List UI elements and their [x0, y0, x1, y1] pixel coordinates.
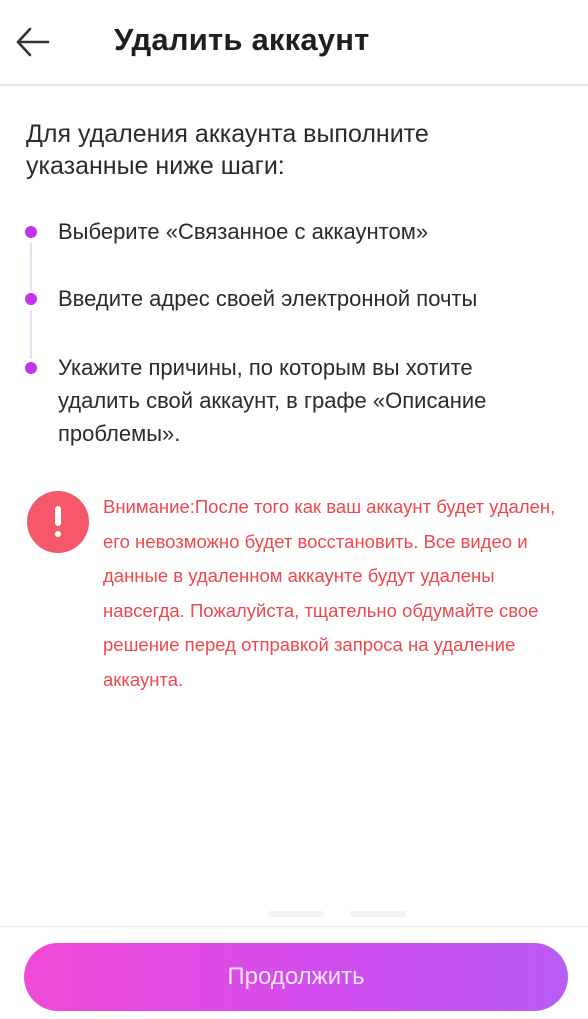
step-item: Введите адрес своей электронной почты — [58, 286, 478, 311]
decorative-divider — [268, 911, 324, 917]
page-title: Удалить аккаунт — [114, 22, 370, 57]
continue-button[interactable]: Продолжить — [24, 943, 568, 1011]
step-bullet — [25, 362, 37, 374]
app-header: Удалить аккаунт — [0, 0, 588, 86]
intro-text: Для удаления аккаунта выполните указанны… — [26, 120, 429, 180]
step-connector — [30, 243, 32, 290]
step-bullet — [25, 293, 37, 305]
decorative-divider — [350, 911, 406, 917]
arrow-left-icon — [8, 18, 56, 66]
step-bullet — [25, 226, 37, 238]
step-connector — [30, 311, 32, 359]
back-button[interactable] — [8, 18, 56, 66]
step-item: Укажите причины, по которым вы хотите уд… — [58, 355, 487, 446]
warning-message: Внимание:После того как ваш аккаунт буде… — [103, 496, 556, 690]
exclamation-icon — [27, 491, 89, 553]
step-item: Выберите «Связанное с аккаунтом» — [58, 219, 429, 244]
footer-divider — [0, 926, 588, 927]
